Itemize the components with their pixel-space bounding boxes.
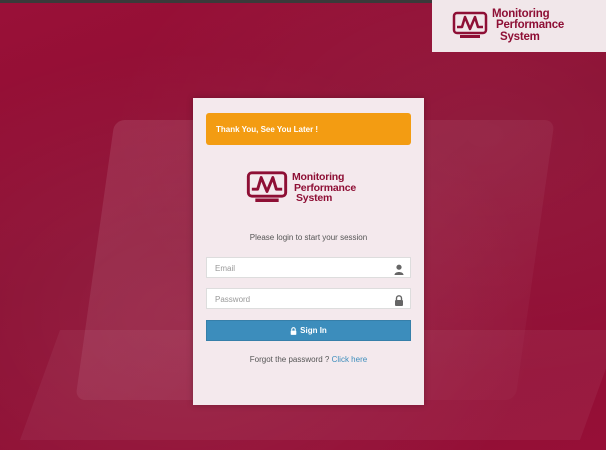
panel-logo: Monitoring Performance System bbox=[246, 170, 356, 206]
lock-icon bbox=[394, 293, 404, 311]
password-field-wrapper bbox=[206, 288, 411, 309]
monitor-logo-icon bbox=[452, 11, 488, 41]
brand-logo: Monitoring Performance System bbox=[452, 8, 564, 44]
login-panel: Thank You, See You Later ! Monitoring Pe… bbox=[193, 98, 424, 405]
forgot-password-text: Forgot the password ? bbox=[249, 355, 330, 364]
panel-brand-line-3: System bbox=[296, 192, 333, 205]
forgot-password-row: Forgot the password ? Click here bbox=[193, 355, 424, 364]
login-subtitle: Please login to start your session bbox=[249, 233, 368, 242]
monitor-logo-icon bbox=[246, 170, 288, 206]
header-brand: Monitoring Performance System bbox=[432, 0, 606, 52]
brand-name: Monitoring Performance System bbox=[492, 8, 564, 44]
brand-line-3: System bbox=[500, 30, 540, 43]
password-field[interactable] bbox=[207, 290, 385, 309]
forgot-password-link[interactable]: Click here bbox=[332, 355, 368, 364]
user-icon bbox=[394, 262, 404, 280]
sign-in-label: Sign In bbox=[300, 326, 327, 335]
alert-message: Thank You, See You Later ! bbox=[216, 124, 319, 134]
panel-brand-name: Monitoring Performance System bbox=[292, 172, 356, 204]
sign-in-button[interactable]: Sign In bbox=[206, 320, 411, 341]
email-field[interactable] bbox=[207, 259, 385, 278]
lock-icon bbox=[290, 326, 297, 335]
email-field-wrapper bbox=[206, 257, 411, 278]
logout-alert: Thank You, See You Later ! bbox=[206, 113, 411, 145]
